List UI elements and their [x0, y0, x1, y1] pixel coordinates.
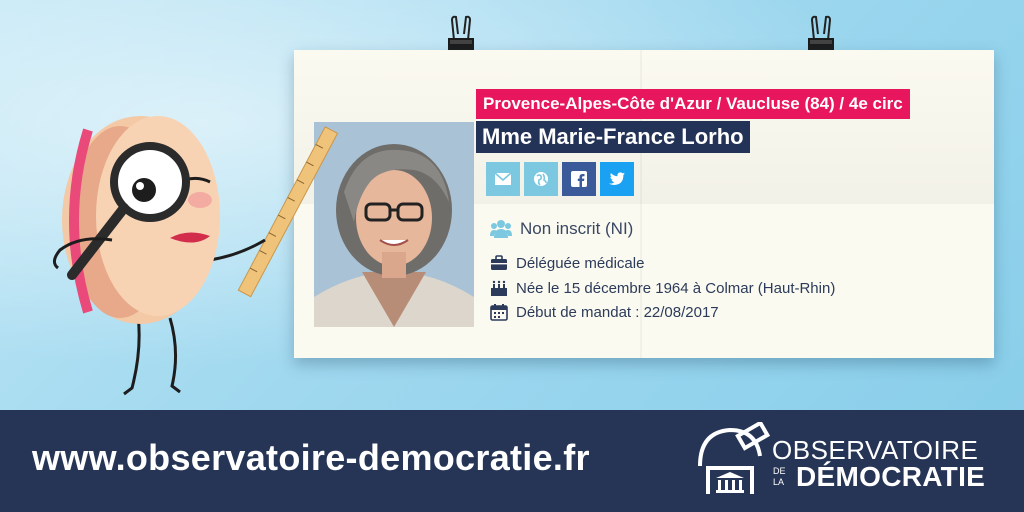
birth-info: Née le 15 décembre 1964 à Colmar (Haut-R… [490, 279, 835, 297]
mail-icon [495, 173, 511, 185]
website-url[interactable]: www.observatoire-democratie.fr [32, 437, 590, 479]
website-button[interactable] [524, 162, 558, 196]
facebook-icon [571, 171, 587, 187]
constituency-label: Provence-Alpes-Côte d'Azur / Vaucluse (8… [476, 89, 910, 119]
political-group: Non inscrit (NI) [490, 219, 633, 239]
macaron-mascot-illustration [53, 116, 339, 396]
mandate-start: Début de mandat : 22/08/2017 [490, 303, 719, 321]
logo-de: DE [773, 466, 786, 476]
political-group-label: Non inscrit (NI) [520, 219, 634, 238]
profession-label: Déléguée médicale [516, 254, 645, 272]
birth-label: Née le 15 décembre 1964 à Colmar (Haut-R… [516, 279, 836, 297]
birthday-cake-icon [491, 280, 507, 296]
briefcase-icon [491, 255, 507, 270]
email-button[interactable] [486, 162, 520, 196]
twitter-icon [609, 172, 625, 185]
observatory-logo-icon [698, 422, 770, 494]
facebook-button[interactable] [562, 162, 596, 196]
profession: Déléguée médicale [490, 254, 644, 272]
mandate-label: Début de mandat : 22/08/2017 [516, 303, 719, 321]
globe-icon [534, 172, 548, 186]
logo-title-bottom: DÉMOCRATIE [796, 461, 986, 492]
users-icon [490, 220, 512, 238]
logo-la: LA [773, 477, 785, 487]
twitter-button[interactable] [600, 162, 634, 196]
calendar-icon [490, 304, 508, 321]
deputy-name: Mme Marie-France Lorho [476, 121, 750, 153]
